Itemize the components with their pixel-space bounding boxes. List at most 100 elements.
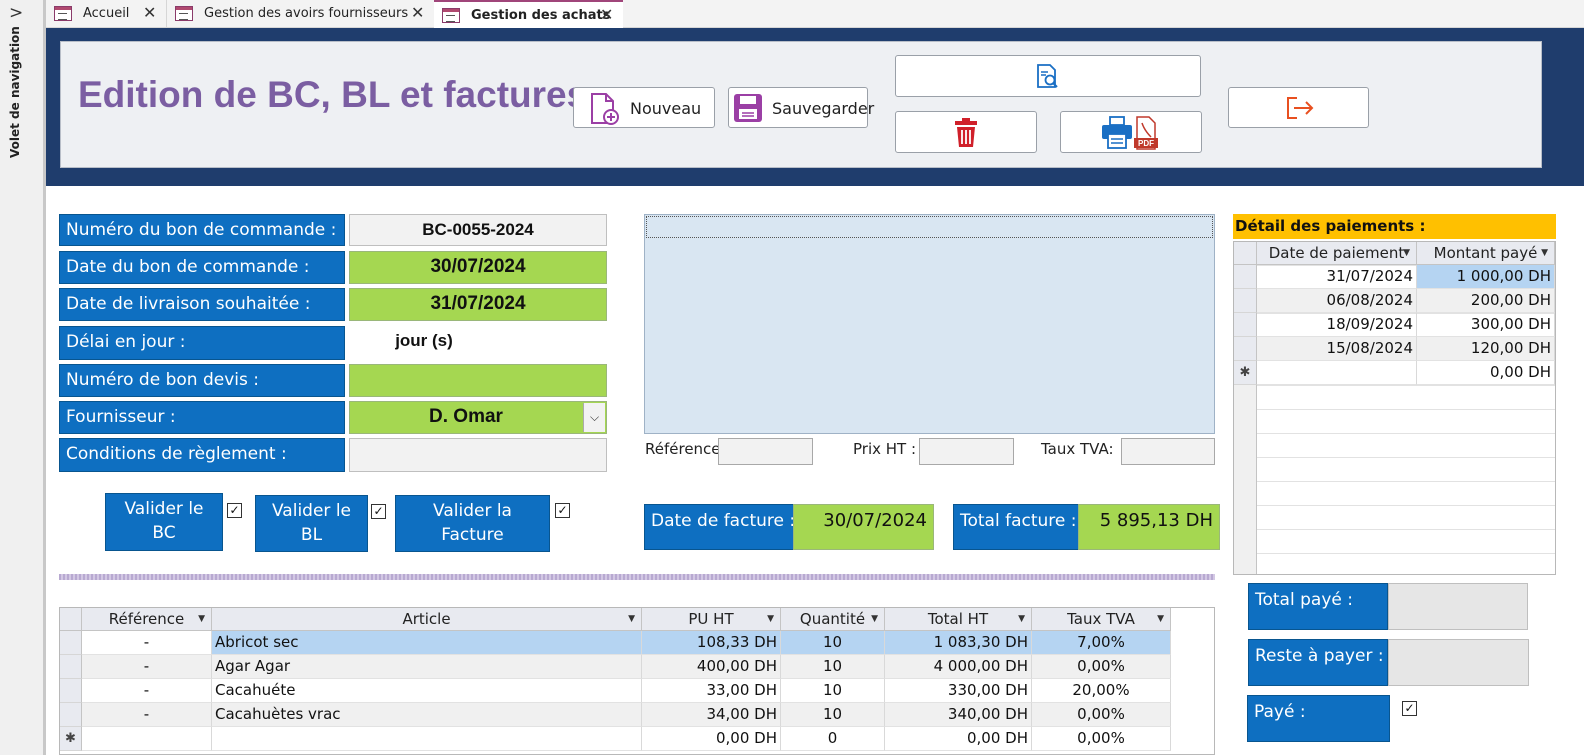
sort-arrow-icon[interactable]: ▼ bbox=[1018, 608, 1025, 630]
tab-accueil[interactable]: Accueil ✕ bbox=[46, 0, 166, 28]
row-selector[interactable] bbox=[1234, 265, 1257, 289]
table-cell[interactable]: Abricot sec bbox=[212, 631, 642, 655]
row-selector[interactable] bbox=[60, 703, 82, 727]
table-cell[interactable]: Cacahuètes vrac bbox=[212, 703, 642, 727]
table-cell[interactable]: Agar Agar bbox=[212, 655, 642, 679]
price-ht-field[interactable] bbox=[919, 438, 1014, 465]
select-all-corner[interactable] bbox=[1234, 242, 1257, 265]
table-cell[interactable]: 0,00 DH bbox=[1417, 361, 1555, 385]
column-header-reference[interactable]: Référence ▼ bbox=[82, 608, 212, 631]
delete-button[interactable] bbox=[895, 111, 1037, 153]
notes-focus-row[interactable] bbox=[646, 216, 1213, 238]
table-cell[interactable]: - bbox=[82, 679, 212, 703]
table-cell[interactable]: - bbox=[82, 655, 212, 679]
table-cell[interactable]: 20,00% bbox=[1032, 679, 1171, 703]
column-header-pu-ht[interactable]: PU HT ▼ bbox=[642, 608, 781, 631]
sort-arrow-icon[interactable]: ▼ bbox=[1403, 242, 1410, 264]
bc-number-field[interactable]: BC-0055-2024 bbox=[349, 214, 607, 246]
table-cell[interactable]: 0,00 DH bbox=[642, 727, 781, 751]
reference-field[interactable] bbox=[718, 438, 813, 465]
delivery-date-field[interactable]: 31/07/2024 bbox=[349, 288, 607, 321]
invoice-date-field[interactable]: 30/07/2024 bbox=[793, 504, 934, 550]
table-cell[interactable]: 0 bbox=[781, 727, 885, 751]
supplier-combo[interactable]: D. Omar ⌵ bbox=[349, 401, 607, 434]
validate-invoice-checkbox[interactable]: ✓ bbox=[555, 503, 570, 518]
table-cell[interactable]: - bbox=[82, 703, 212, 727]
row-selector[interactable] bbox=[60, 655, 82, 679]
table-cell[interactable]: 330,00 DH bbox=[885, 679, 1032, 703]
notes-area[interactable] bbox=[644, 214, 1215, 434]
table-cell[interactable]: Cacahuéte bbox=[212, 679, 642, 703]
print-pdf-button[interactable]: PDF bbox=[1060, 111, 1202, 153]
table-cell[interactable]: 4 000,00 DH bbox=[885, 655, 1032, 679]
quote-number-field[interactable] bbox=[349, 364, 607, 397]
column-header-payment-date[interactable]: Date de paiement ▼ bbox=[1257, 242, 1417, 265]
row-selector[interactable] bbox=[60, 631, 82, 655]
table-cell[interactable]: 34,00 DH bbox=[642, 703, 781, 727]
articles-datasheet[interactable]: Référence ▼ Article ▼ PU HT ▼ Quantité ▼ Tot… bbox=[59, 607, 1215, 755]
select-all-corner[interactable] bbox=[60, 608, 82, 631]
sort-arrow-icon[interactable]: ▼ bbox=[767, 608, 774, 630]
sort-arrow-icon[interactable]: ▼ bbox=[198, 608, 205, 630]
table-cell[interactable]: - bbox=[82, 631, 212, 655]
table-cell[interactable]: 06/08/2024 bbox=[1257, 289, 1417, 313]
search-document-button[interactable] bbox=[895, 55, 1201, 97]
row-selector[interactable] bbox=[1234, 337, 1257, 361]
table-cell[interactable]: 0,00% bbox=[1032, 727, 1171, 751]
table-cell[interactable]: 340,00 DH bbox=[885, 703, 1032, 727]
close-icon[interactable]: ✕ bbox=[411, 3, 424, 22]
vat-rate-field[interactable] bbox=[1121, 438, 1215, 465]
table-cell[interactable] bbox=[1257, 361, 1417, 385]
table-cell[interactable] bbox=[82, 727, 212, 751]
bc-date-field[interactable]: 30/07/2024 bbox=[349, 251, 607, 284]
table-cell[interactable]: 33,00 DH bbox=[642, 679, 781, 703]
table-cell[interactable]: 7,00% bbox=[1032, 631, 1171, 655]
table-cell[interactable]: 10 bbox=[781, 679, 885, 703]
column-header-quantity[interactable]: Quantité ▼ bbox=[781, 608, 885, 631]
table-cell[interactable]: 10 bbox=[781, 631, 885, 655]
table-cell[interactable]: 200,00 DH bbox=[1417, 289, 1555, 313]
table-cell[interactable]: 10 bbox=[781, 655, 885, 679]
validate-bl-checkbox[interactable]: ✓ bbox=[371, 504, 386, 519]
table-cell[interactable]: 18/09/2024 bbox=[1257, 313, 1417, 337]
table-cell[interactable]: 10 bbox=[781, 703, 885, 727]
table-cell[interactable]: 1 083,30 DH bbox=[885, 631, 1032, 655]
chevron-down-icon[interactable]: ⌵ bbox=[583, 403, 605, 432]
tab-gestion-achats[interactable]: Gestion des achats ✕ bbox=[434, 0, 623, 28]
column-header-vat-rate[interactable]: Taux TVA ▼ bbox=[1032, 608, 1171, 631]
table-cell[interactable] bbox=[212, 727, 642, 751]
column-header-total-ht[interactable]: Total HT ▼ bbox=[885, 608, 1032, 631]
row-selector[interactable] bbox=[60, 679, 82, 703]
row-selector[interactable] bbox=[1234, 313, 1257, 337]
sort-arrow-icon[interactable]: ▼ bbox=[871, 608, 878, 630]
column-header-amount-paid[interactable]: Montant payé ▼ bbox=[1417, 242, 1555, 265]
save-button[interactable]: Sauvegarder bbox=[728, 87, 874, 128]
validate-bc-checkbox[interactable]: ✓ bbox=[227, 503, 242, 518]
table-cell[interactable]: 31/07/2024 bbox=[1257, 265, 1417, 289]
paid-checkbox[interactable]: ✓ bbox=[1402, 701, 1417, 716]
validate-invoice-button[interactable]: Valider la Facture bbox=[395, 495, 550, 552]
new-record-marker[interactable]: ✱ bbox=[1234, 361, 1257, 385]
close-icon[interactable]: ✕ bbox=[143, 3, 156, 22]
payments-datasheet[interactable]: Date de paiement ▼ Montant payé ▼ 31/07/20… bbox=[1233, 241, 1556, 575]
table-cell[interactable]: 120,00 DH bbox=[1417, 337, 1555, 361]
table-cell[interactable]: 1 000,00 DH bbox=[1417, 265, 1555, 289]
sort-arrow-icon[interactable]: ▼ bbox=[1541, 242, 1548, 264]
new-record-marker[interactable]: ✱ bbox=[60, 727, 82, 751]
sort-arrow-icon[interactable]: ▼ bbox=[628, 608, 635, 630]
expand-chevron-icon[interactable]: > bbox=[9, 3, 23, 23]
table-cell[interactable]: 400,00 DH bbox=[642, 655, 781, 679]
row-selector[interactable] bbox=[1234, 289, 1257, 313]
column-header-article[interactable]: Article ▼ bbox=[212, 608, 642, 631]
payment-conditions-field[interactable] bbox=[349, 438, 607, 472]
exit-button[interactable] bbox=[1228, 87, 1369, 128]
sort-arrow-icon[interactable]: ▼ bbox=[1157, 608, 1164, 630]
close-icon[interactable]: ✕ bbox=[600, 5, 613, 24]
navigation-pane[interactable]: > Volet de navigation bbox=[0, 0, 46, 755]
table-cell[interactable]: 0,00% bbox=[1032, 703, 1171, 727]
table-cell[interactable]: 108,33 DH bbox=[642, 631, 781, 655]
validate-bl-button[interactable]: Valider le BL bbox=[255, 495, 368, 552]
table-cell[interactable]: 300,00 DH bbox=[1417, 313, 1555, 337]
table-cell[interactable]: 15/08/2024 bbox=[1257, 337, 1417, 361]
table-cell[interactable]: 0,00 DH bbox=[885, 727, 1032, 751]
